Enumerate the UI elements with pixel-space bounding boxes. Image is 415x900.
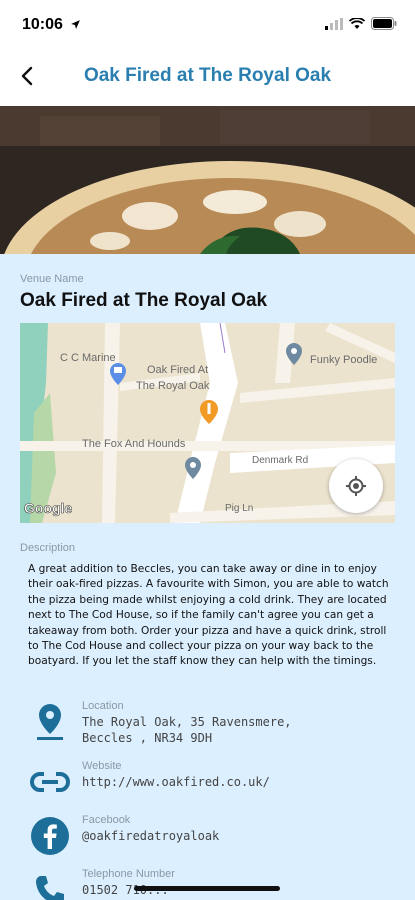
phone-row[interactable]: Telephone Number 01502 710... — [28, 868, 388, 900]
status-time: 10:06 — [22, 16, 63, 33]
location-arrow-icon — [71, 20, 80, 29]
location-row[interactable]: Location The Royal Oak, 35 Ravensmere, B… — [28, 700, 388, 750]
facebook-value[interactable]: @oakfiredatroyaloak — [82, 828, 219, 844]
map-label-pig-ln: Pig Ln — [225, 503, 253, 514]
map-label-oak-fired-1: Oak Fired At — [147, 364, 208, 376]
wifi-icon — [349, 17, 365, 29]
link-icon — [28, 760, 72, 804]
location-line-1: The Royal Oak, 35 Ravensmere, — [82, 715, 292, 729]
venue-name: Oak Fired at The Royal Oak — [20, 290, 268, 311]
venue-name-label: Venue Name — [20, 273, 84, 285]
phone-label: Telephone Number — [82, 868, 175, 880]
facebook-icon — [28, 814, 72, 858]
status-icons — [325, 17, 397, 30]
phone-icon — [28, 868, 72, 900]
map-label-cc-marine: C C Marine — [60, 352, 116, 364]
map-label-denmark-rd: Denmark Rd — [252, 455, 308, 466]
location-line-2: Beccles , NR34 9DH — [82, 731, 213, 745]
google-logo: Google — [24, 500, 72, 516]
facebook-label: Facebook — [82, 814, 131, 826]
facebook-row[interactable]: Facebook @oakfiredatroyaloak — [28, 814, 388, 864]
map-label-fox-hounds: The Fox And Hounds — [82, 438, 186, 450]
website-row[interactable]: Website http://www.oakfired.co.uk/ — [28, 760, 388, 810]
website-value[interactable]: http://www.oakfired.co.uk/ — [82, 774, 270, 790]
location-pin-icon — [28, 700, 72, 744]
website-label: Website — [82, 760, 122, 772]
status-bar: 10:06 — [0, 0, 415, 50]
nav-bar: Oak Fired at The Royal Oak — [0, 50, 415, 106]
location-label: Location — [82, 700, 124, 712]
my-location-icon[interactable] — [329, 459, 383, 513]
venue-map[interactable]: C C Marine Oak Fired At The Royal Oak Th… — [20, 323, 395, 523]
home-indicator[interactable] — [134, 886, 280, 891]
description-label: Description — [20, 542, 76, 554]
map-label-oak-fired-2: The Royal Oak — [136, 380, 210, 392]
battery-icon — [371, 17, 397, 30]
location-value: The Royal Oak, 35 Ravensmere, Beccles , … — [82, 714, 292, 746]
map-label-funky-poodle: Funky Poodle — [310, 354, 377, 366]
hero-image — [0, 106, 415, 254]
signal-icon — [325, 17, 343, 30]
description-text: A great addition to Beccles, you can tak… — [28, 563, 389, 668]
page-title: Oak Fired at The Royal Oak — [83, 65, 332, 86]
